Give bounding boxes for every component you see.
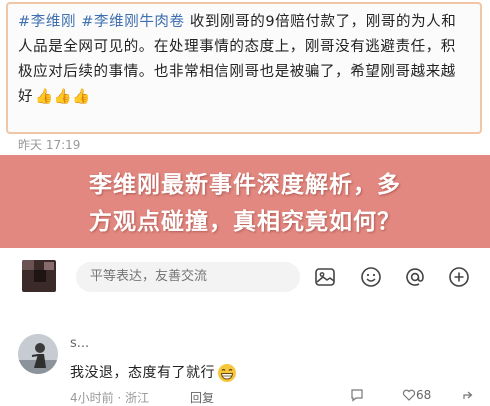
mention-button[interactable] [402, 264, 428, 290]
headline-line-1: 李维刚最新事件深度解析，多 [89, 172, 401, 198]
comment-text: 我没退，态度有了就行 [70, 362, 237, 383]
reply-button[interactable]: 回复 [190, 389, 214, 406]
post-tag-2[interactable]: #李维刚牛肉卷 [81, 14, 184, 30]
headline-line-2: 方观点碰撞，真相究竟如何？ [89, 209, 401, 235]
add-icon [449, 267, 469, 287]
commenter-avatar[interactable] [18, 334, 58, 374]
post-time: 昨天 17:19 [18, 138, 81, 152]
avatar [22, 260, 56, 292]
thumbs-up-emoji: 👍👍👍 [35, 89, 92, 105]
add-button[interactable] [446, 264, 472, 290]
image-icon [315, 268, 335, 286]
post-card: #李维刚 #李维刚牛肉卷 收到刚哥的9倍赔付款了，刚哥的为人和人品是全网可见的。… [6, 2, 482, 134]
image-button[interactable] [312, 264, 338, 290]
post-text-block: #李维刚 #李维刚牛肉卷 收到刚哥的9倍赔付款了，刚哥的为人和人品是全网可见的。… [18, 10, 470, 110]
emoji-icon [361, 267, 381, 287]
comment-time: 4小时前 · 浙江 [70, 391, 150, 405]
post-tag-1[interactable]: #李维刚 [18, 14, 76, 30]
grin-emoji-icon [218, 364, 236, 382]
headline-banner: 李维刚最新事件深度解析，多 共 400 条评论 方观点碰撞，真相究竟如何？ [0, 155, 490, 367]
comment-input[interactable] [76, 262, 300, 292]
commenter-name[interactable]: s... [70, 336, 89, 351]
comment-item: s... 我没退，态度有了就行 4小时前 · 浙江 回复 68 [0, 328, 490, 405]
comment-composer [0, 252, 490, 298]
at-icon [406, 268, 424, 286]
emoji-button[interactable] [358, 264, 384, 290]
comment-body: 我没退，态度有了就行 [70, 365, 215, 381]
